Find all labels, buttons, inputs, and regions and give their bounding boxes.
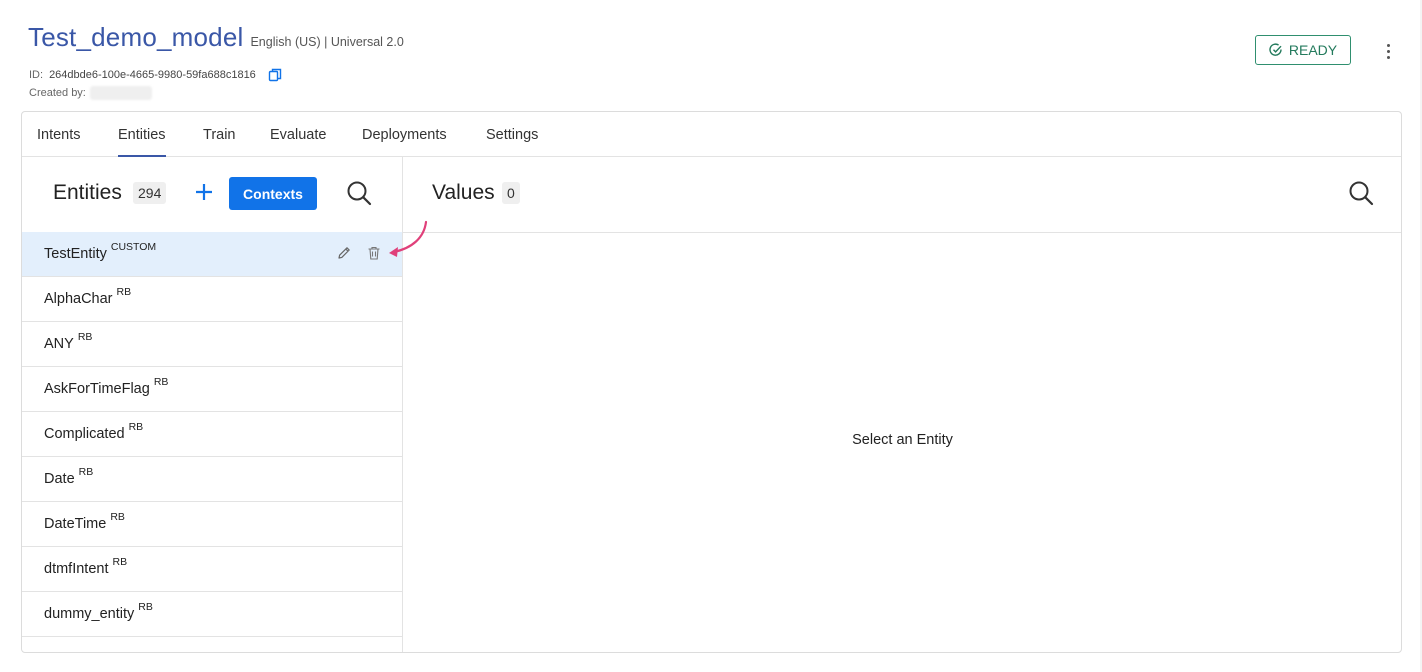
values-panel: Values 0 Select an Entity bbox=[403, 156, 1401, 652]
arrow-annotation bbox=[389, 220, 428, 257]
pencil-icon[interactable] bbox=[336, 245, 352, 261]
list-item[interactable]: AlphaChar RB bbox=[22, 277, 402, 322]
entity-type-tag: RB bbox=[110, 511, 125, 523]
entities-count-badge: 294 bbox=[133, 182, 167, 204]
model-id-value: 264dbde6-100e-4665-9980-59fa688c1816 bbox=[49, 69, 256, 81]
entity-list: TestEntity CUSTOM AlphaChar RB ANY RB As… bbox=[22, 232, 402, 637]
entity-type-tag: RB bbox=[77, 331, 93, 343]
entity-name: dummy_entity bbox=[44, 606, 135, 622]
list-item[interactable]: ANY RB bbox=[22, 322, 402, 367]
entities-header: Entities 294 Contexts bbox=[22, 156, 402, 233]
tab-intents[interactable]: Intents bbox=[37, 112, 81, 156]
model-language-version: English (US) | Universal 2.0 bbox=[250, 35, 404, 49]
model-card: Intents Entities Train Evaluate Deployme… bbox=[21, 111, 1402, 653]
created-by-row: Created by: bbox=[29, 86, 152, 100]
values-empty-message: Select an Entity bbox=[852, 432, 953, 448]
page-title: Test_demo_model bbox=[28, 22, 244, 52]
entity-name: Complicated bbox=[44, 426, 125, 442]
search-icon[interactable] bbox=[1348, 180, 1374, 206]
id-label: ID: bbox=[29, 69, 44, 81]
tab-settings[interactable]: Settings bbox=[486, 112, 538, 156]
check-circle-icon bbox=[1269, 43, 1283, 57]
tab-evaluate[interactable]: Evaluate bbox=[270, 112, 326, 156]
list-item[interactable]: Date RB bbox=[22, 457, 402, 502]
entity-type-tag: CUSTOM bbox=[110, 241, 157, 253]
tab-entities[interactable]: Entities bbox=[118, 112, 166, 157]
row-actions bbox=[336, 245, 382, 261]
status-ready-button[interactable]: READY bbox=[1255, 35, 1351, 65]
list-item[interactable]: dummy_entity RB bbox=[22, 592, 402, 637]
created-by-label: Created by: bbox=[29, 87, 86, 99]
entity-name: TestEntity bbox=[44, 246, 107, 262]
copy-icon[interactable] bbox=[268, 68, 282, 82]
entity-type-tag: RB bbox=[138, 601, 153, 613]
entity-type-tag: RB bbox=[128, 421, 144, 433]
search-icon[interactable] bbox=[346, 180, 372, 206]
tab-bar: Intents Entities Train Evaluate Deployme… bbox=[22, 112, 1401, 157]
entity-type-tag: RB bbox=[116, 286, 132, 298]
values-count-badge: 0 bbox=[502, 182, 520, 204]
tab-train[interactable]: Train bbox=[203, 112, 236, 156]
entities-title: Entities bbox=[53, 181, 122, 204]
entity-name: AskForTimeFlag bbox=[44, 381, 150, 397]
list-item[interactable]: AskForTimeFlag RB bbox=[22, 367, 402, 412]
created-by-redacted bbox=[89, 86, 152, 100]
plus-icon[interactable] bbox=[194, 182, 214, 202]
list-item[interactable]: dtmfIntent RB bbox=[22, 547, 402, 592]
model-header: Test_demo_model English (US) | Universal… bbox=[28, 22, 404, 53]
list-item[interactable]: TestEntity CUSTOM bbox=[22, 232, 402, 277]
values-title: Values bbox=[432, 181, 495, 204]
entity-type-tag: RB bbox=[153, 376, 169, 388]
page: Test_demo_model English (US) | Universal… bbox=[0, 0, 1420, 672]
more-vertical-icon[interactable] bbox=[1380, 40, 1396, 62]
list-item[interactable]: DateTime RB bbox=[22, 502, 402, 547]
entity-name: DateTime bbox=[44, 516, 107, 532]
entities-panel: Entities 294 Contexts TestEntity CUSTOM bbox=[22, 156, 403, 652]
entity-name: dtmfIntent bbox=[44, 561, 109, 577]
entity-name: Date bbox=[44, 471, 75, 487]
entity-type-tag: RB bbox=[78, 466, 94, 478]
tab-deployments[interactable]: Deployments bbox=[362, 112, 447, 156]
contexts-button[interactable]: Contexts bbox=[229, 177, 317, 210]
model-id-row: ID: 264dbde6-100e-4665-9980-59fa688c1816 bbox=[29, 68, 282, 82]
entity-name: AlphaChar bbox=[44, 291, 113, 307]
values-header: Values 0 bbox=[403, 156, 1401, 233]
list-item[interactable]: Complicated RB bbox=[22, 412, 402, 457]
status-label: READY bbox=[1288, 42, 1338, 58]
entity-name: ANY bbox=[44, 336, 74, 352]
trash-icon[interactable] bbox=[366, 245, 382, 261]
entity-type-tag: RB bbox=[112, 556, 128, 568]
